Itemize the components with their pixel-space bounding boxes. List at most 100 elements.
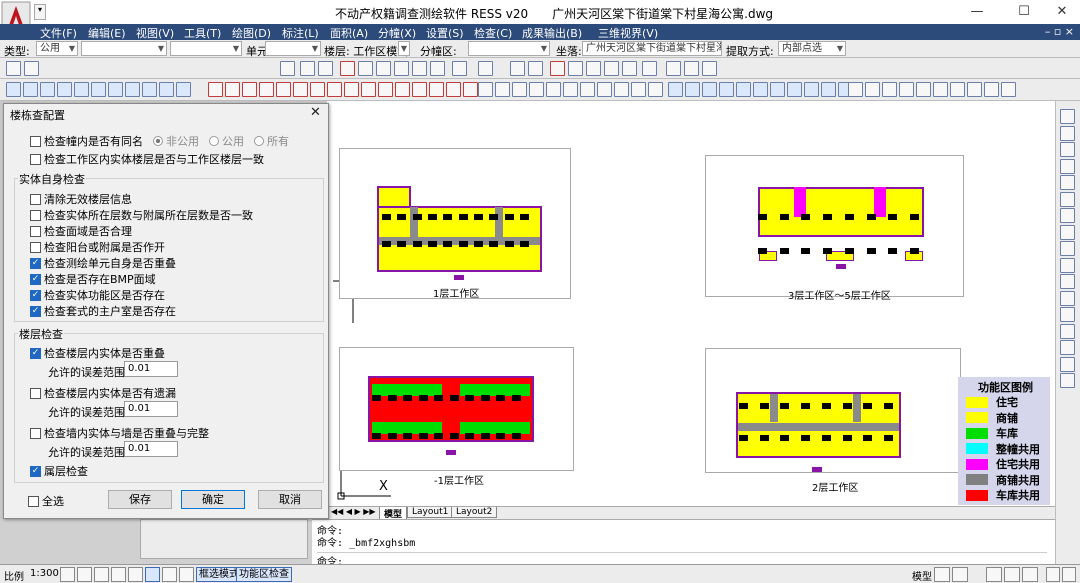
save-icon[interactable] [318, 61, 333, 76]
modify-tool-icon[interactable] [1060, 109, 1075, 124]
model-space-icon[interactable] [934, 567, 950, 582]
dash-line-icon[interactable] [622, 61, 637, 76]
document-window-controls[interactable]: – ▫ × [1045, 25, 1074, 38]
entity-check-item[interactable]: ✓ 检查测绘单元自身是否重叠 [30, 255, 176, 271]
check-floor-missing[interactable]: 检查楼层内实体是否有遗漏 [30, 385, 176, 401]
ress-tool-icon[interactable] [631, 82, 646, 97]
ress-tool-icon[interactable] [378, 82, 393, 97]
ress-tool-icon[interactable] [91, 82, 106, 97]
ress-tool-icon[interactable] [702, 82, 717, 97]
menu-tools[interactable]: 工具(T) [184, 25, 221, 41]
ress-tool-icon[interactable] [882, 82, 897, 97]
pan-icon[interactable] [376, 61, 391, 76]
zoom-window-icon[interactable] [412, 61, 427, 76]
ress-tool-icon[interactable] [361, 82, 376, 97]
ress-tool-icon[interactable] [916, 82, 931, 97]
tolerance-input[interactable]: 0.01 [124, 361, 178, 377]
modify-tool-icon[interactable] [1060, 142, 1075, 157]
check-floor-overlap[interactable]: ✓ 检查楼层内实体是否重叠 [30, 345, 165, 361]
checkbox[interactable]: ✓ [30, 257, 41, 269]
ress-tool-icon[interactable] [40, 82, 55, 97]
ress-tool-icon[interactable] [208, 82, 223, 97]
tab-layout1[interactable]: Layout1 [407, 507, 454, 518]
extract-select[interactable]: 内部点选 ▼ [778, 41, 846, 56]
ress-tool-icon[interactable] [848, 82, 863, 97]
dialog-close-icon[interactable]: ✕ [310, 105, 321, 120]
ress-tool-icon[interactable] [478, 82, 493, 97]
command-window[interactable]: 命令: 命令: _bmf2xghsbm 命令: [312, 519, 1055, 568]
ress-tool-icon[interactable] [57, 82, 72, 97]
menu-view[interactable]: 视图(V) [136, 25, 174, 41]
ress-tool-icon[interactable] [446, 82, 461, 97]
ress-tool-icon[interactable] [933, 82, 948, 97]
layer-state-icon[interactable] [24, 61, 39, 76]
ress-tool-icon[interactable] [753, 82, 768, 97]
drawing-canvas[interactable]: Y X 1层工作区 3层工作区～5层工作区 -1层工作区 2 [327, 101, 1055, 506]
ortho-icon[interactable] [94, 567, 109, 582]
address-field[interactable]: 广州天河区棠下街道棠下村星海公 [582, 41, 722, 56]
ress-tool-icon[interactable] [463, 82, 478, 97]
status-menu-icon[interactable] [1062, 567, 1076, 582]
check-wall-overlap[interactable]: 检查墙内实体与墙是否重叠与完整 [30, 425, 209, 441]
minimize-button[interactable]: — [955, 2, 999, 22]
help-icon[interactable] [642, 61, 657, 76]
modify-tool-icon[interactable] [1060, 208, 1075, 223]
model-status[interactable]: 模型 [912, 568, 932, 583]
ress-tool-icon[interactable] [787, 82, 802, 97]
modify-tool-icon[interactable] [1060, 241, 1075, 256]
ress-tool-icon[interactable] [899, 82, 914, 97]
checkbox[interactable] [30, 427, 41, 439]
checkbox[interactable]: ✓ [30, 465, 41, 477]
copy-icon[interactable] [586, 61, 601, 76]
ress-tool-icon[interactable] [614, 82, 629, 97]
lock-icon[interactable] [1022, 567, 1038, 582]
check-floor-consistency[interactable]: 检查工作区内实体楼层是否与工作区楼层一致 [30, 151, 264, 167]
function-check-button[interactable]: 功能区检查 [236, 567, 292, 582]
ress-tool-icon[interactable] [225, 82, 240, 97]
tab-nav-buttons[interactable]: ◀◀ ◀ ▶ ▶▶ [331, 507, 376, 516]
ress-tool-icon[interactable] [242, 82, 257, 97]
ress-tool-icon[interactable] [1001, 82, 1016, 97]
ress-tool-icon[interactable] [495, 82, 510, 97]
pencil-icon[interactable] [340, 61, 355, 76]
otrack-icon[interactable] [145, 567, 160, 582]
entity-check-item[interactable]: ✓ 检查套式的主户室是否存在 [30, 303, 176, 319]
tolerance-input[interactable]: 0.01 [124, 441, 178, 457]
floor-3-5-frame[interactable] [705, 155, 964, 297]
undo-icon[interactable] [452, 61, 467, 76]
modify-tool-icon[interactable] [1060, 175, 1075, 190]
home-icon[interactable] [702, 61, 717, 76]
entity-check-item[interactable]: ✓ 检查是否存在BMP面域 [30, 271, 156, 287]
open-icon[interactable] [300, 61, 315, 76]
modify-tool-icon[interactable] [1060, 356, 1075, 372]
ok-button[interactable]: 确定 [181, 490, 245, 509]
checkbox[interactable] [30, 135, 41, 147]
ress-tool-icon[interactable] [176, 82, 191, 97]
entity-check-item[interactable]: ✓ 检查实体功能区是否存在 [30, 287, 165, 303]
workspace-icon[interactable] [1004, 567, 1020, 582]
ress-tool-icon[interactable] [546, 82, 561, 97]
ress-tool-icon[interactable] [804, 82, 819, 97]
ress-tool-icon[interactable] [580, 82, 595, 97]
modify-tool-icon[interactable] [1060, 158, 1075, 174]
modify-tool-icon[interactable] [1060, 191, 1075, 207]
checkbox[interactable]: ✓ [30, 347, 41, 359]
lineweight-icon[interactable] [179, 567, 194, 582]
select-all[interactable]: 全选 [28, 493, 64, 509]
checkbox[interactable] [28, 495, 39, 507]
ress-tool-icon[interactable] [327, 82, 342, 97]
ress-tool-icon[interactable] [865, 82, 880, 97]
menu-edit[interactable]: 编辑(E) [88, 25, 126, 41]
radio-all[interactable] [254, 136, 264, 146]
ress-tool-icon[interactable] [719, 82, 734, 97]
checkbox[interactable] [30, 209, 41, 221]
ress-tool-icon[interactable] [259, 82, 274, 97]
ress-tool-icon[interactable] [429, 82, 444, 97]
ress-tool-icon[interactable] [529, 82, 544, 97]
layout-space-icon[interactable] [952, 567, 968, 582]
checkbox[interactable] [30, 153, 41, 165]
layer-manager-icon[interactable] [6, 61, 21, 76]
properties-icon[interactable] [510, 61, 525, 76]
modify-tool-icon[interactable] [1060, 257, 1075, 273]
close-button[interactable]: ✕ [1040, 2, 1080, 22]
